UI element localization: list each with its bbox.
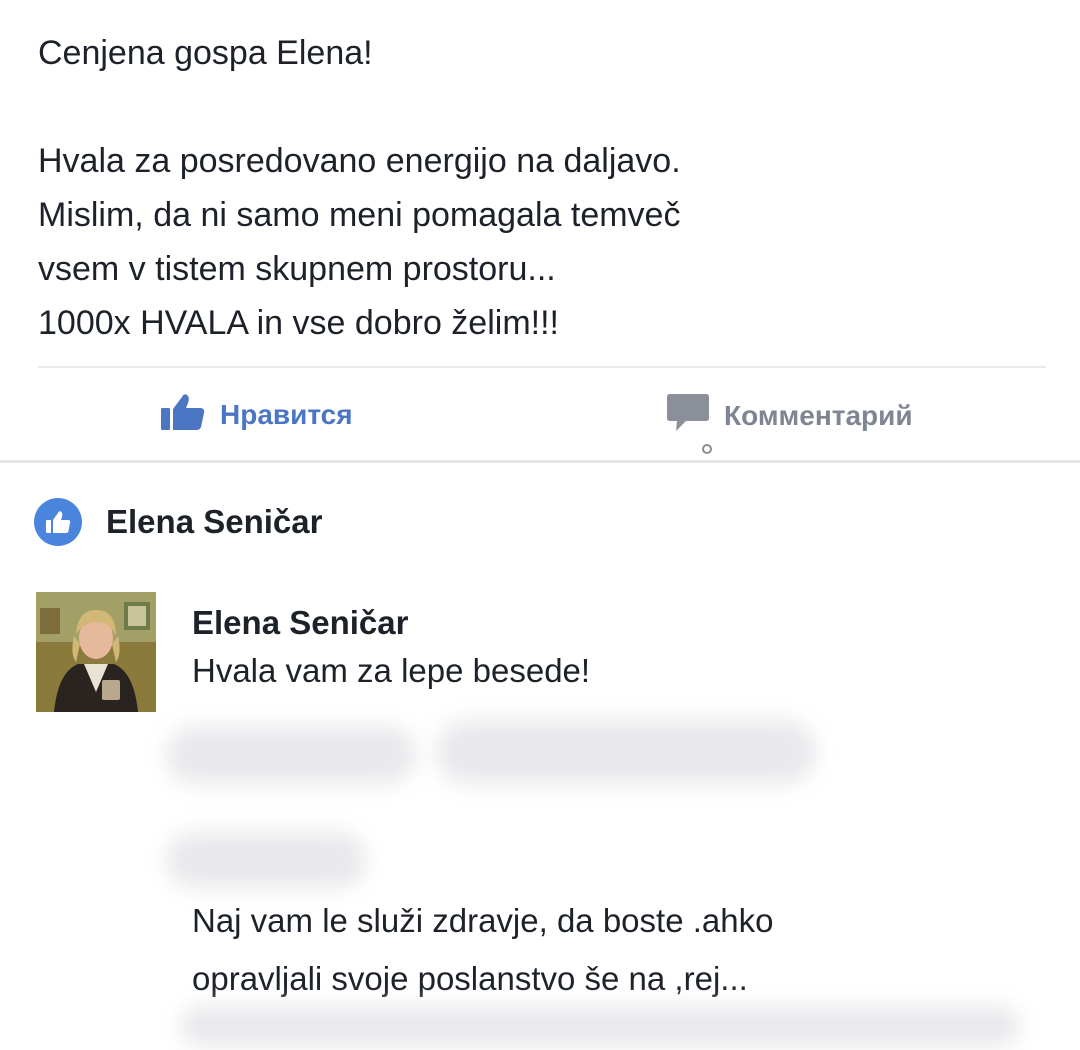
redacted-block bbox=[166, 832, 366, 888]
comment-author[interactable]: Elena Seničar bbox=[192, 600, 590, 646]
comment-label: Комментарий bbox=[724, 399, 913, 431]
profile-photo[interactable] bbox=[36, 592, 156, 712]
section-divider bbox=[0, 460, 1080, 463]
comment-item: Elena Seničar Hvala vam za lepe besede! bbox=[36, 592, 590, 712]
like-label: Нравится bbox=[220, 398, 353, 430]
reply-message: Naj vam le služi zdravje, da boste .ahko… bbox=[192, 892, 773, 1008]
likes-summary[interactable]: Elena Seničar bbox=[34, 498, 322, 546]
post-action-bar: Нравится Комментарий bbox=[0, 368, 1080, 460]
post-line: 1000x HVALA in vse dobro želim!!! bbox=[38, 304, 559, 342]
post-line: vsem v tistem skupnem prostoru... bbox=[38, 250, 556, 288]
post-line-spacer bbox=[38, 80, 1038, 134]
post-message: Cenjena gospa Elena! Hvala za posredovan… bbox=[38, 26, 1038, 350]
comment-content: Elena Seničar Hvala vam za lepe besede! bbox=[192, 600, 590, 712]
comment-text: Hvala vam za lepe besede! bbox=[192, 652, 591, 689]
post-line: Hvala za posredovano energijo na daljavo… bbox=[38, 142, 681, 180]
post-line-greeting: Cenjena gospa Elena! bbox=[38, 34, 373, 72]
scroll-dot-indicator bbox=[702, 444, 712, 454]
liker-name[interactable]: Elena Seničar bbox=[106, 503, 322, 541]
reply-line: Naj vam le služi zdravje, da boste .ahko bbox=[192, 902, 774, 939]
redacted-block bbox=[436, 720, 816, 784]
like-button[interactable]: Нравится bbox=[160, 392, 353, 437]
post-line: Mislim, da ni samo meni pomagala temveč bbox=[38, 196, 681, 234]
comment-button[interactable]: Комментарий bbox=[666, 392, 913, 439]
reply-line: opravljali svoje poslanstvo še na ,rej..… bbox=[192, 960, 748, 997]
thumbs-up-icon bbox=[160, 392, 206, 437]
like-badge-icon bbox=[34, 498, 82, 546]
speech-bubble-icon bbox=[666, 392, 710, 439]
redacted-block bbox=[166, 726, 416, 784]
redacted-block bbox=[180, 1006, 1020, 1046]
